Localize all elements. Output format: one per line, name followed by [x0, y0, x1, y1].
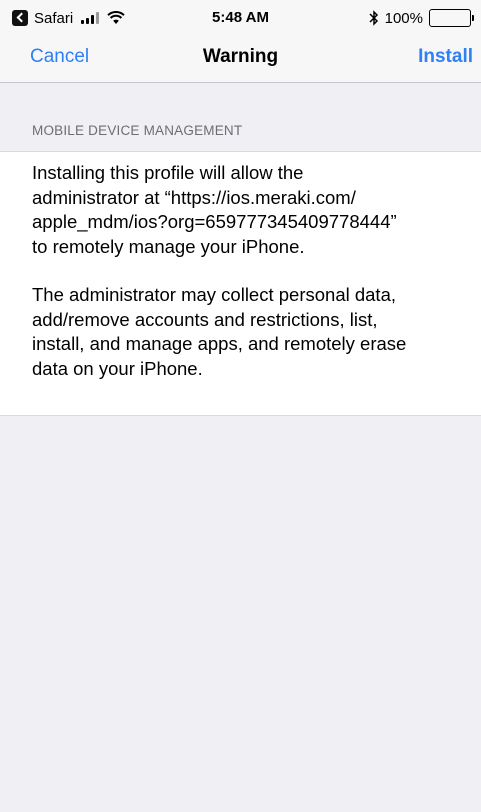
battery-percent: 100%	[384, 9, 423, 27]
bluetooth-icon	[369, 10, 378, 26]
battery-icon	[429, 9, 474, 27]
navigation-bar: Cancel Warning Install	[0, 36, 481, 83]
install-button[interactable]: Install	[418, 46, 473, 68]
warning-paragraph-2: The administrator may collect personal d…	[32, 284, 407, 379]
status-right: 100%	[369, 8, 474, 28]
section-header: MOBILE DEVICE MANAGEMENT	[32, 123, 243, 138]
cancel-button[interactable]: Cancel	[30, 46, 89, 68]
warning-paragraph-1: Installing this profile will allow the a…	[32, 162, 397, 257]
status-bar: Safari 5:48 AM 100%	[0, 0, 481, 36]
warning-content: Installing this profile will allow the a…	[0, 151, 481, 416]
